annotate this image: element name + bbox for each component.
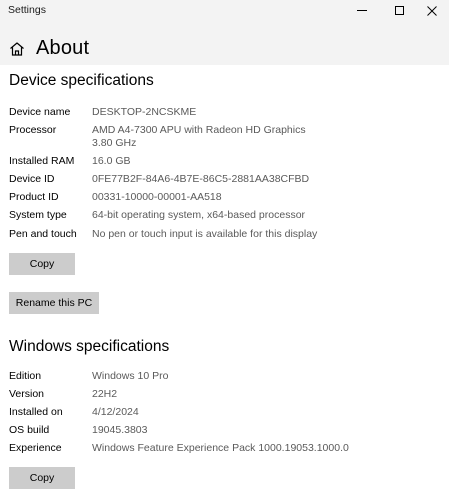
title-bar: Settings (0, 0, 449, 22)
system-type-value: 64-bit operating system, x64-based proce… (92, 209, 306, 221)
pen-touch-value: No pen or touch input is available for t… (92, 228, 318, 240)
device-name-value: DESKTOP-2NCSKME (92, 106, 197, 118)
close-button[interactable] (415, 0, 449, 22)
device-id-label: Device ID (9, 173, 55, 185)
version-value: 22H2 (92, 388, 118, 400)
windows-copy-button[interactable]: Copy (9, 467, 75, 489)
product-id-value: 00331-10000-00001-AA518 (92, 191, 222, 203)
installed-ram-value: 16.0 GB (92, 155, 131, 167)
processor-label: Processor (9, 124, 57, 136)
os-build-label: OS build (9, 424, 50, 436)
device-copy-button[interactable]: Copy (9, 253, 75, 275)
processor-value: AMD A4-7300 APU with Radeon HD Graphics … (92, 124, 306, 149)
home-icon[interactable] (9, 41, 25, 57)
os-build-value: 19045.3803 (92, 424, 148, 436)
maximize-icon (395, 6, 404, 15)
page-title: About (36, 37, 90, 59)
rename-pc-button[interactable]: Rename this PC (9, 292, 99, 314)
pen-touch-label: Pen and touch (9, 228, 77, 240)
maximize-button[interactable] (383, 0, 417, 22)
installed-on-label: Installed on (9, 406, 63, 418)
experience-label: Experience (9, 442, 62, 454)
device-name-label: Device name (9, 106, 71, 118)
installed-ram-label: Installed RAM (9, 155, 75, 167)
experience-value: Windows Feature Experience Pack 1000.190… (92, 442, 349, 454)
processor-value-line-2: 3.80 GHz (92, 136, 137, 149)
close-icon (427, 6, 437, 16)
edition-value: Windows 10 Pro (92, 370, 169, 382)
processor-value-line-1: AMD A4-7300 APU with Radeon HD Graphics (92, 124, 306, 136)
device-specs-heading: Device specifications (9, 72, 154, 89)
system-type-label: System type (9, 209, 67, 221)
minimize-icon (357, 10, 367, 11)
device-id-value: 0FE77B2F-84A6-4B7E-86C5-2881AA38CFBD (92, 173, 310, 185)
product-id-label: Product ID (9, 191, 59, 203)
edition-label: Edition (9, 370, 42, 382)
minimize-button[interactable] (345, 0, 379, 22)
installed-on-value: 4/12/2024 (92, 406, 139, 418)
version-label: Version (9, 388, 45, 400)
windows-specs-heading: Windows specifications (9, 338, 170, 355)
window-title: Settings (8, 4, 46, 16)
